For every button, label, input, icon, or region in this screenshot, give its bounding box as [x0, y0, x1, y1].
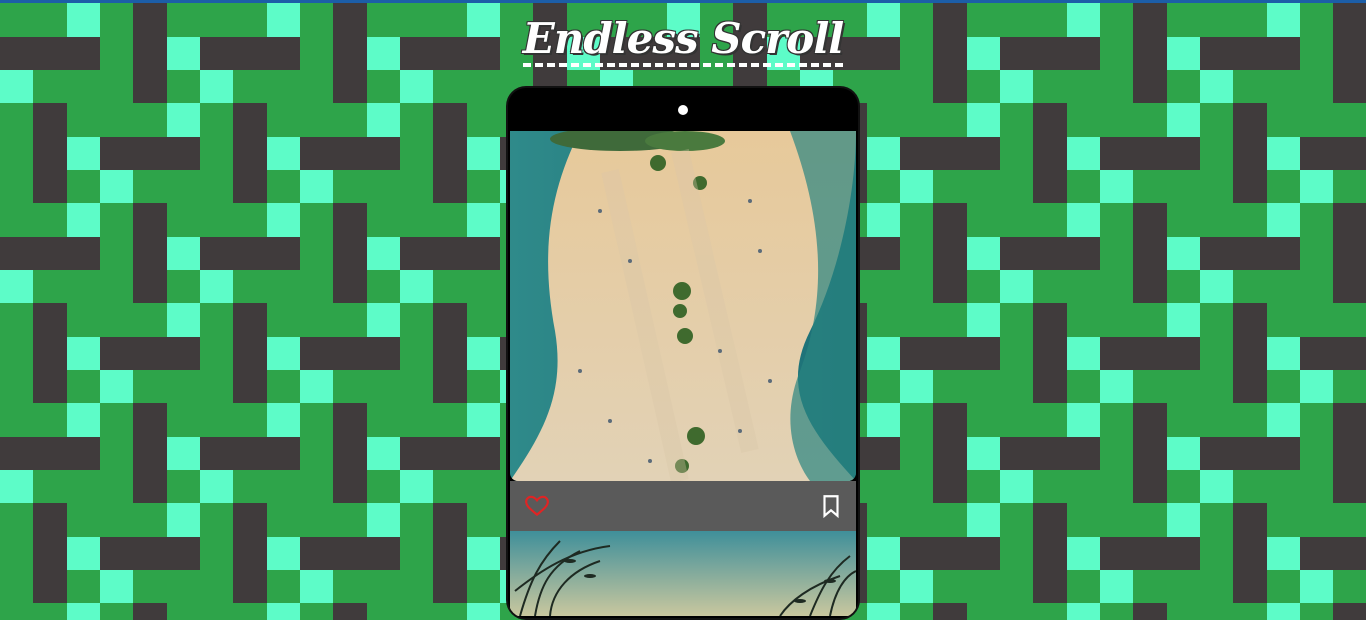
phone-frame [508, 88, 858, 618]
like-button[interactable] [524, 493, 550, 519]
camera-dot [678, 105, 688, 115]
bookmark-outline-icon [823, 495, 839, 519]
browser-top-bar [0, 0, 1366, 3]
post-image-grass [510, 531, 856, 616]
post-image-beach [510, 131, 856, 481]
post-actions-bar [510, 481, 856, 531]
bookmark-button[interactable] [818, 493, 844, 519]
scroll-feed[interactable] [510, 131, 856, 616]
page-title: Endless Scroll [0, 14, 1366, 67]
heart-outline-icon [525, 495, 549, 517]
